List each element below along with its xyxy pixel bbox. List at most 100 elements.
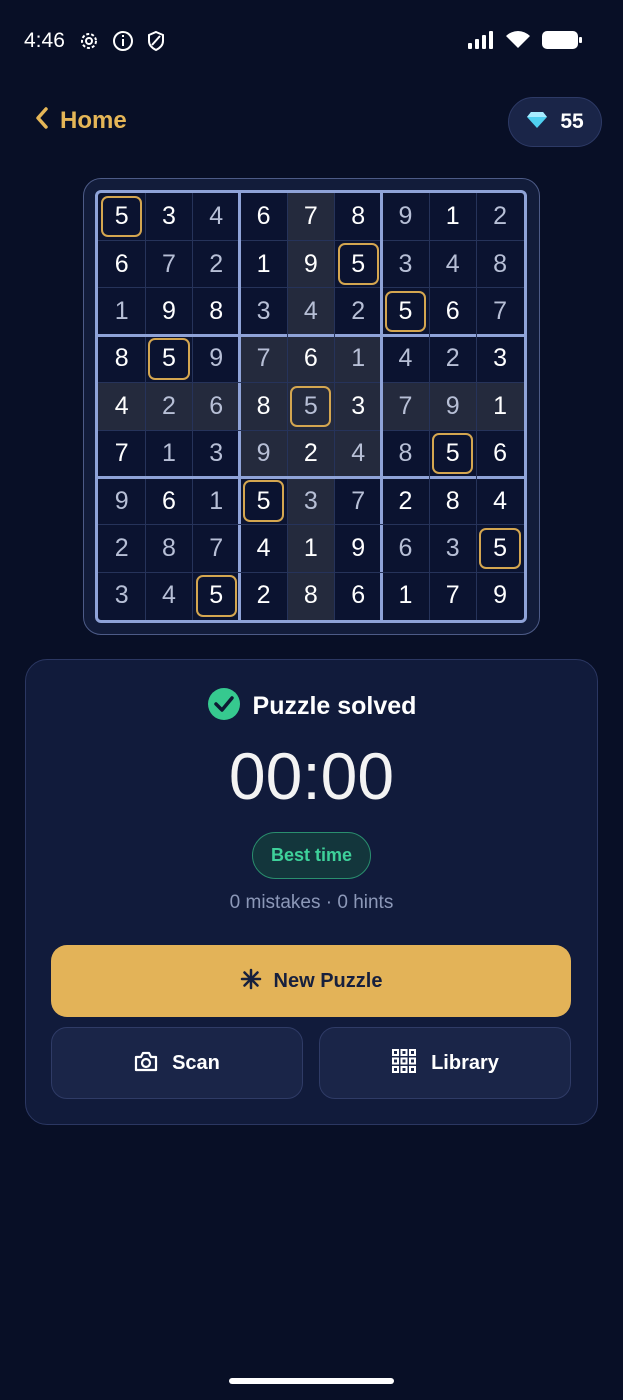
cell-r2c1[interactable]: 6 [98, 240, 145, 287]
cell-r8c6[interactable]: 9 [335, 525, 382, 572]
cell-r6c3[interactable]: 3 [193, 430, 240, 477]
cell-r3c2[interactable]: 9 [145, 288, 192, 335]
cell-r1c8[interactable]: 1 [429, 193, 476, 240]
cell-r2c3[interactable]: 2 [193, 240, 240, 287]
cell-r9c2[interactable]: 4 [145, 572, 192, 619]
cell-r8c4[interactable]: 4 [240, 525, 287, 572]
cell-r6c9[interactable]: 6 [476, 430, 523, 477]
grid-line [428, 193, 430, 620]
cell-r2c2[interactable]: 7 [145, 240, 192, 287]
wifi-icon [505, 30, 531, 55]
cell-r7c7[interactable]: 2 [382, 477, 429, 524]
cell-r5c9[interactable]: 1 [476, 382, 524, 430]
cell-r7c4[interactable]: 5 [240, 477, 287, 524]
cell-r7c8[interactable]: 8 [429, 477, 476, 524]
scan-button[interactable]: Scan [51, 1027, 303, 1099]
cell-r3c1[interactable]: 1 [98, 288, 145, 335]
library-label: Library [431, 1051, 499, 1074]
cell-r6c1[interactable]: 7 [98, 430, 145, 477]
cell-r4c6[interactable]: 1 [334, 335, 382, 383]
cell-r1c1[interactable]: 5 [98, 193, 145, 240]
cell-r2c6[interactable]: 5 [335, 240, 382, 287]
grid-line [98, 287, 524, 289]
cell-r4c8[interactable]: 2 [429, 335, 476, 382]
cell-r2c5[interactable]: 9 [287, 240, 335, 288]
gear-icon [78, 30, 100, 57]
box-divider [98, 333, 524, 337]
cell-r8c1[interactable]: 2 [98, 525, 145, 572]
cell-r6c6[interactable]: 4 [334, 430, 382, 478]
cell-r9c5[interactable]: 8 [287, 572, 335, 620]
cell-r4c3[interactable]: 9 [193, 335, 240, 382]
cell-r9c3[interactable]: 5 [193, 572, 240, 619]
cell-r8c7[interactable]: 6 [382, 525, 429, 572]
grid-line [286, 193, 288, 620]
cell-r4c5[interactable]: 6 [287, 335, 335, 383]
cell-r5c2[interactable]: 2 [145, 382, 193, 430]
cell-r1c2[interactable]: 3 [145, 193, 192, 240]
cell-r9c7[interactable]: 1 [382, 572, 429, 619]
cell-r5c4[interactable]: 8 [239, 382, 288, 430]
cell-r9c4[interactable]: 2 [240, 572, 287, 619]
status-time: 4:46 [24, 29, 65, 52]
cell-r1c4[interactable]: 6 [240, 193, 287, 240]
gem-balance[interactable]: 55 [508, 97, 602, 147]
cell-r5c7[interactable]: 7 [381, 382, 430, 430]
cell-r7c6[interactable]: 7 [335, 477, 382, 524]
check-circle-icon [207, 687, 241, 726]
cell-r3c4[interactable]: 3 [240, 288, 287, 335]
cell-r5c6[interactable]: 3 [334, 382, 382, 430]
cell-r7c2[interactable]: 6 [145, 477, 192, 524]
cell-r4c4[interactable]: 7 [239, 335, 288, 383]
cell-r5c1[interactable]: 4 [98, 382, 146, 430]
cell-r1c3[interactable]: 4 [193, 193, 240, 240]
cell-r2c9[interactable]: 8 [476, 240, 523, 287]
cell-r5c5[interactable]: 5 [287, 382, 335, 430]
cell-r9c1[interactable]: 3 [98, 572, 145, 619]
cell-r4c7[interactable]: 4 [382, 335, 429, 382]
cell-r3c5[interactable]: 4 [287, 287, 335, 336]
new-puzzle-button[interactable]: New Puzzle [51, 945, 571, 1017]
cell-r6c4[interactable]: 9 [239, 430, 288, 478]
cell-r8c2[interactable]: 8 [145, 525, 192, 572]
cell-r1c6[interactable]: 8 [335, 193, 382, 240]
cell-r5c8[interactable]: 9 [429, 382, 477, 430]
cell-r7c9[interactable]: 4 [476, 477, 523, 524]
cell-r9c6[interactable]: 6 [335, 572, 382, 619]
cell-r6c8[interactable]: 5 [429, 430, 476, 477]
cell-r8c5[interactable]: 1 [287, 524, 335, 573]
cell-r1c9[interactable]: 2 [476, 193, 523, 240]
cell-r1c7[interactable]: 9 [382, 193, 429, 240]
sudoku-board: 5346789126721953481983425678597614234268… [95, 190, 527, 623]
cell-r6c5[interactable]: 2 [287, 430, 335, 478]
cell-r4c1[interactable]: 8 [98, 335, 145, 382]
cell-r9c9[interactable]: 9 [476, 572, 523, 619]
back-home-button[interactable]: Home [34, 106, 127, 135]
cell-r5c3[interactable]: 6 [192, 382, 240, 430]
cell-r4c9[interactable]: 3 [476, 335, 523, 382]
home-indicator [229, 1378, 394, 1384]
cell-r8c3[interactable]: 7 [193, 525, 240, 572]
cell-r3c6[interactable]: 2 [335, 288, 382, 335]
cell-r3c9[interactable]: 7 [476, 288, 523, 335]
cell-r6c7[interactable]: 8 [382, 430, 429, 477]
grid-icon [391, 1048, 417, 1079]
grid-line [98, 382, 524, 384]
cell-r9c8[interactable]: 7 [429, 572, 476, 619]
cell-r8c9[interactable]: 5 [476, 525, 523, 572]
cell-r2c8[interactable]: 4 [429, 240, 476, 287]
library-button[interactable]: Library [319, 1027, 571, 1099]
cell-r3c8[interactable]: 6 [429, 288, 476, 335]
cell-r7c3[interactable]: 1 [193, 477, 240, 524]
cell-r3c3[interactable]: 8 [193, 288, 240, 335]
cell-r2c7[interactable]: 3 [382, 240, 429, 287]
cell-r7c5[interactable]: 3 [287, 477, 335, 525]
grid-line [98, 239, 524, 241]
cell-r7c1[interactable]: 9 [98, 477, 145, 524]
cell-r3c7[interactable]: 5 [382, 288, 429, 335]
cell-r8c8[interactable]: 3 [429, 525, 476, 572]
cell-r4c2[interactable]: 5 [145, 335, 192, 382]
cell-r6c2[interactable]: 1 [145, 430, 192, 477]
cell-r1c5[interactable]: 7 [287, 193, 335, 241]
cell-r2c4[interactable]: 1 [240, 240, 287, 287]
